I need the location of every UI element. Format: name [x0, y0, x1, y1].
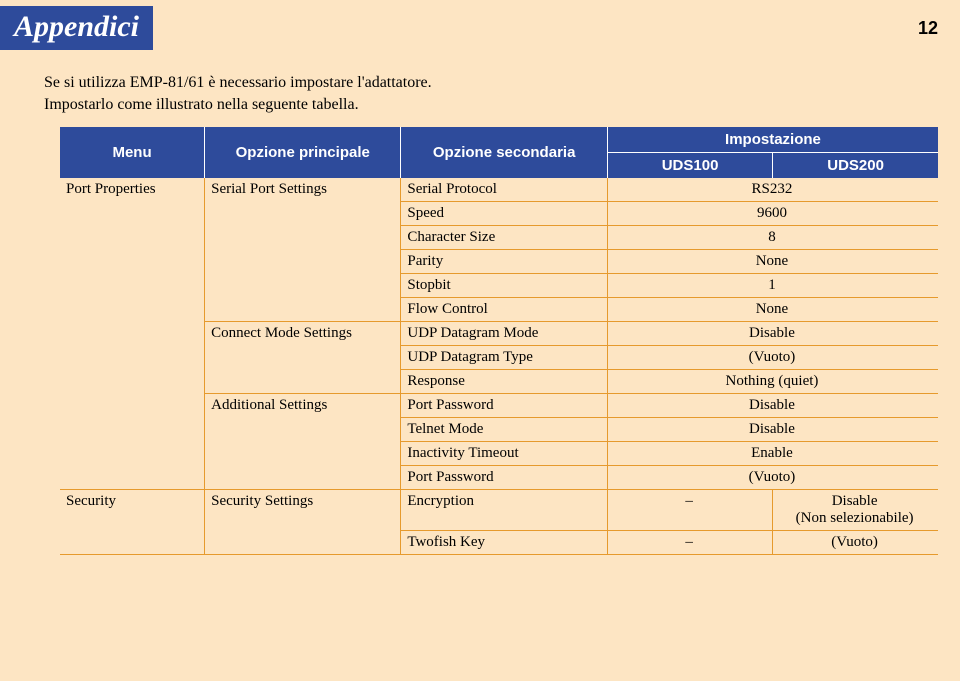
cell-secondary: Character Size — [401, 226, 608, 250]
cell-secondary: Stopbit — [401, 274, 608, 298]
cell-value: Disable (Non selezionabile) — [773, 490, 938, 531]
table-row: UDP Datagram Type (Vuoto) — [60, 346, 938, 370]
table-row: Inactivity Timeout Enable — [60, 442, 938, 466]
cell-secondary: Parity — [401, 250, 608, 274]
cell-primary: Serial Port Settings — [205, 178, 401, 202]
cell-value: 9600 — [607, 202, 938, 226]
cell-value: RS232 — [607, 178, 938, 202]
table-row: Port Properties Serial Port Settings Ser… — [60, 178, 938, 202]
table-row: Connect Mode Settings UDP Datagram Mode … — [60, 322, 938, 346]
cell-secondary: Encryption — [401, 490, 608, 531]
cell-secondary: Speed — [401, 202, 608, 226]
cell-value: (Vuoto) — [607, 346, 938, 370]
table-row: Character Size 8 — [60, 226, 938, 250]
cell-value: Enable — [607, 442, 938, 466]
cell-primary: Connect Mode Settings — [205, 322, 401, 346]
settings-table: Menu Opzione principale Opzione secondar… — [60, 127, 938, 555]
cell-secondary: Flow Control — [401, 298, 608, 322]
page-number: 12 — [918, 18, 938, 39]
table-row: Speed 9600 — [60, 202, 938, 226]
cell-value: – — [607, 490, 772, 531]
cell-secondary: Response — [401, 370, 608, 394]
table-row: Security Security Settings Encryption – … — [60, 490, 938, 531]
cell-menu: Security — [60, 490, 205, 531]
th-uds200: UDS200 — [773, 153, 938, 179]
table-row: Response Nothing (quiet) — [60, 370, 938, 394]
cell-value: Disable — [607, 394, 938, 418]
cell-value: 8 — [607, 226, 938, 250]
table-row: Additional Settings Port Password Disabl… — [60, 394, 938, 418]
cell-secondary: Inactivity Timeout — [401, 442, 608, 466]
cell-secondary: Port Password — [401, 394, 608, 418]
table-row: Parity None — [60, 250, 938, 274]
page-title: Appendici — [0, 6, 153, 50]
cell-primary: Additional Settings — [205, 394, 401, 418]
cell-primary: Security Settings — [205, 490, 401, 531]
intro-text: Se si utilizza EMP-81/61 è necessario im… — [44, 72, 960, 115]
th-primary: Opzione principale — [205, 127, 401, 178]
th-secondary: Opzione secondaria — [401, 127, 608, 178]
cell-menu: Port Properties — [60, 178, 205, 202]
table-row: Port Password (Vuoto) — [60, 466, 938, 490]
cell-value: Disable — [607, 322, 938, 346]
intro-line-1: Se si utilizza EMP-81/61 è necessario im… — [44, 74, 432, 91]
th-setting: Impostazione — [607, 127, 938, 153]
cell-secondary: UDP Datagram Type — [401, 346, 608, 370]
table-row: Telnet Mode Disable — [60, 418, 938, 442]
cell-value: Disable — [607, 418, 938, 442]
cell-value: Nothing (quiet) — [607, 370, 938, 394]
cell-value: 1 — [607, 274, 938, 298]
cell-secondary: Port Password — [401, 466, 608, 490]
th-menu: Menu — [60, 127, 205, 178]
intro-line-2: Impostarlo come illustrato nella seguent… — [44, 96, 359, 113]
cell-value: (Vuoto) — [607, 466, 938, 490]
cell-secondary: UDP Datagram Mode — [401, 322, 608, 346]
cell-secondary: Serial Protocol — [401, 178, 608, 202]
table-row: Stopbit 1 — [60, 274, 938, 298]
cell-secondary: Telnet Mode — [401, 418, 608, 442]
table-row: Twofish Key – (Vuoto) — [60, 531, 938, 555]
cell-secondary: Twofish Key — [401, 531, 608, 555]
table-row: Flow Control None — [60, 298, 938, 322]
cell-value: (Vuoto) — [773, 531, 938, 555]
cell-value: None — [607, 298, 938, 322]
th-uds100: UDS100 — [607, 153, 772, 179]
cell-value: – — [607, 531, 772, 555]
cell-value: None — [607, 250, 938, 274]
